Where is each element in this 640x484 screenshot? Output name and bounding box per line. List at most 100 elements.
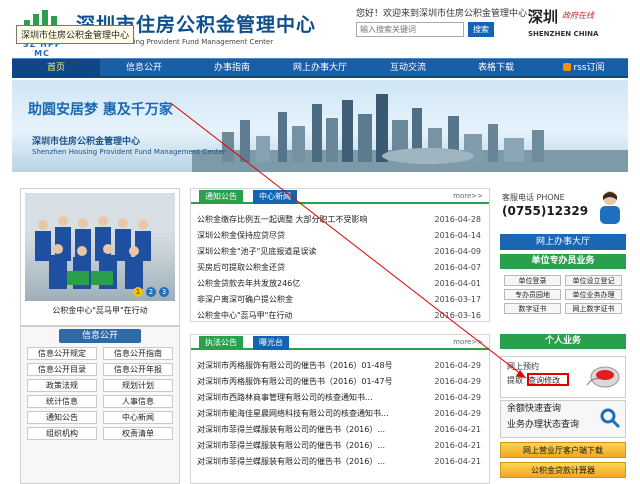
- list-item[interactable]: 对深圳市菲得兰蝶服装有限公司的催告书（2016）... 2016-04-21: [191, 454, 489, 470]
- tab-exposure[interactable]: 曝光台: [253, 336, 289, 350]
- welcome-text: 您好！欢迎来到深圳市住房公积金管理中心！: [356, 9, 537, 19]
- photo-carousel: 1 2 3 公积金中心"蕊马甲"在行动: [20, 188, 180, 326]
- item-title: 深圳公积金"池子"见底报道是误读: [197, 247, 317, 256]
- nav-online-hall[interactable]: 网上办事大厅: [276, 59, 364, 76]
- list-item[interactable]: 对深圳市丙格服饰有限公司的催告书（2016）01-47号 2016-04-29: [191, 374, 489, 390]
- item-title: 买房后可提取公积金还贷: [197, 263, 285, 272]
- info-link[interactable]: 信息公开规定: [27, 347, 97, 360]
- list-item[interactable]: 对深圳市西路林商事管理有限公司的核查通知书... 2016-04-29: [191, 390, 489, 406]
- withdraw-link[interactable]: 提取: [507, 376, 523, 385]
- notice-panel: 通知公告 中心新闻 more>> 公积金缴存比例五一起调整 大部分职工不受影响 2…: [190, 188, 490, 322]
- loan-calculator-button[interactable]: 公积金贷款计算器: [500, 462, 626, 478]
- info-link[interactable]: 信息公开指南: [103, 347, 173, 360]
- banner-title-en: Shenzhen Housing Provident Fund Manageme…: [32, 148, 226, 156]
- list-item[interactable]: 深圳公积金"池子"见底报道是误读 2016-04-09: [191, 244, 489, 260]
- hero-banner: 助圆安居梦 惠及千万家 深圳市住房公积金管理中心 Shenzhen Housin…: [12, 80, 628, 172]
- enforcement-tabs: 执法公告 曝光台 more>>: [191, 335, 489, 350]
- search-input[interactable]: [356, 22, 464, 37]
- volunteers-image: [25, 193, 175, 289]
- info-link[interactable]: 信息公开年报: [103, 363, 173, 376]
- list-item[interactable]: 对深圳市菲得兰蝶服装有限公司的催告书（2016）... 2016-04-21: [191, 438, 489, 454]
- rss-icon: [563, 63, 572, 71]
- item-date: 2016-04-29: [434, 409, 482, 418]
- unit-link[interactable]: 数字证书: [504, 303, 561, 314]
- mouse-icon: [586, 366, 620, 388]
- client-download-button[interactable]: 网上营业厅客户端下载: [500, 442, 626, 458]
- item-date: 2016-04-28: [434, 215, 482, 224]
- item-title: 对深圳市菲得兰蝶服装有限公司的催告书（2016）...: [197, 425, 385, 434]
- unit-link[interactable]: 单位业务办理: [565, 289, 622, 300]
- item-title: 对深圳市菲得兰蝶服装有限公司的催告书（2016）...: [197, 457, 385, 466]
- appointment-label: 网上预约: [507, 362, 539, 371]
- unit-link[interactable]: 单位设立登记: [565, 275, 622, 286]
- item-title: 公积金缴存比例五一起调整 大部分职工不受影响: [197, 215, 368, 224]
- nav-forms[interactable]: 表格下载: [452, 59, 540, 76]
- info-link[interactable]: 信息公开目录: [27, 363, 97, 376]
- info-link[interactable]: 规划计划: [103, 379, 173, 392]
- info-link[interactable]: 权责清单: [103, 427, 173, 440]
- tab-center-news[interactable]: 中心新闻: [253, 190, 297, 204]
- unit-business-button[interactable]: 单位专办员业务: [500, 254, 626, 269]
- list-item[interactable]: 买房后可提取公积金还贷 2016-04-07: [191, 260, 489, 276]
- sz-logo-en: SHENZHEN CHINA: [528, 30, 599, 38]
- list-item[interactable]: 公积金缴存比例五一起调整 大部分职工不受影响 2016-04-28: [191, 212, 489, 228]
- carousel-caption[interactable]: 公积金中心"蕊马甲"在行动: [21, 305, 179, 316]
- shenzhen-gov-logo[interactable]: 深圳 政府在线 SHENZHEN CHINA: [528, 6, 622, 40]
- unit-buttons: 单位登录 单位设立登记 专办员园地 单位业务办理 数字证书 网上数字证书: [500, 272, 626, 317]
- item-date: 2016-04-01: [434, 279, 482, 288]
- info-link[interactable]: 政策法规: [27, 379, 97, 392]
- list-item[interactable]: 非深户离深可确户提公积金 2016-03-17: [191, 292, 489, 308]
- item-date: 2016-03-16: [434, 311, 482, 320]
- customer-phone: 客服电话 PHONE (0755)12329: [500, 188, 626, 228]
- info-public-title: 信息公开: [59, 329, 141, 343]
- item-title: 深圳公积金保持应贷尽贷: [197, 231, 285, 240]
- tab-enforcement[interactable]: 执法公告: [199, 336, 243, 350]
- list-item[interactable]: 公积金中心"蕊马甲"在行动 2016-03-16: [191, 308, 489, 324]
- item-title: 对深圳市西路林商事管理有限公司的核查通知书...: [197, 393, 373, 402]
- more-link[interactable]: more>>: [453, 338, 483, 346]
- carousel-dot-1[interactable]: 1: [133, 287, 143, 297]
- item-date: 2016-04-21: [434, 457, 482, 466]
- carousel-photo[interactable]: 1 2 3: [25, 193, 175, 301]
- info-link[interactable]: 通知公告: [27, 411, 97, 424]
- nav-interaction[interactable]: 互动交流: [364, 59, 452, 76]
- unit-link[interactable]: 网上数字证书: [565, 303, 622, 314]
- site-header: SZ HPF MC 深圳市住房公积金管理中心 Housing Provident…: [0, 0, 640, 58]
- service-agent-icon: [600, 191, 620, 224]
- item-date: 2016-04-07: [434, 263, 482, 272]
- list-item[interactable]: 对深圳市能海佳星晨网络科技有限公司的核查通知书... 2016-04-29: [191, 406, 489, 422]
- tab-notice[interactable]: 通知公告: [199, 190, 243, 204]
- unit-link[interactable]: 单位登录: [504, 275, 561, 286]
- info-link[interactable]: 人事信息: [103, 395, 173, 408]
- nav-guide[interactable]: 办事指南: [188, 59, 276, 76]
- nav-rss[interactable]: rss订阅: [540, 59, 628, 76]
- magnifier-icon: [600, 408, 621, 429]
- enforcement-panel: 执法公告 曝光台 more>> 对深圳市丙格服饰有限公司的催告书（2016）01…: [190, 334, 490, 484]
- personal-business-button[interactable]: 个人业务: [500, 334, 626, 349]
- info-link[interactable]: 中心新闻: [103, 411, 173, 424]
- carousel-dot-3[interactable]: 3: [159, 287, 169, 297]
- banner-title: 深圳市住房公积金管理中心: [32, 137, 141, 147]
- sz-logo-cn: 深圳: [528, 8, 559, 26]
- notice-tabs: 通知公告 中心新闻 more>>: [191, 189, 489, 204]
- more-link[interactable]: more>>: [453, 192, 483, 200]
- search-button[interactable]: 搜索: [468, 22, 494, 37]
- list-item[interactable]: 深圳公积金保持应贷尽贷 2016-04-14: [191, 228, 489, 244]
- sz-logo-fn: 政府在线: [562, 11, 594, 20]
- info-link[interactable]: 统计信息: [27, 395, 97, 408]
- item-title: 非深户离深可确户提公积金: [197, 295, 293, 304]
- list-item[interactable]: 对深圳市菲得兰蝶服装有限公司的催告书（2016）... 2016-04-21: [191, 422, 489, 438]
- item-date: 2016-04-14: [434, 231, 482, 240]
- city-skyline-image: [192, 94, 628, 172]
- quick-query-box: 余额快速查询 业务办理状态查询: [500, 400, 626, 438]
- info-link[interactable]: 组织机构: [27, 427, 97, 440]
- item-date: 2016-04-29: [434, 377, 482, 386]
- nav-home[interactable]: 首页: [12, 59, 100, 76]
- nav-info-public[interactable]: 信息公开: [100, 59, 188, 76]
- logo-tooltip: 深圳市住房公积金管理中心: [16, 25, 135, 44]
- carousel-dot-2[interactable]: 2: [146, 287, 156, 297]
- list-item[interactable]: 对深圳市丙格服饰有限公司的催告书（2016）01-48号 2016-04-29: [191, 358, 489, 374]
- list-item[interactable]: 公积金贷款去年共发放246亿 2016-04-01: [191, 276, 489, 292]
- carousel-dots: 1 2 3: [133, 287, 169, 297]
- unit-link[interactable]: 专办员园地: [504, 289, 561, 300]
